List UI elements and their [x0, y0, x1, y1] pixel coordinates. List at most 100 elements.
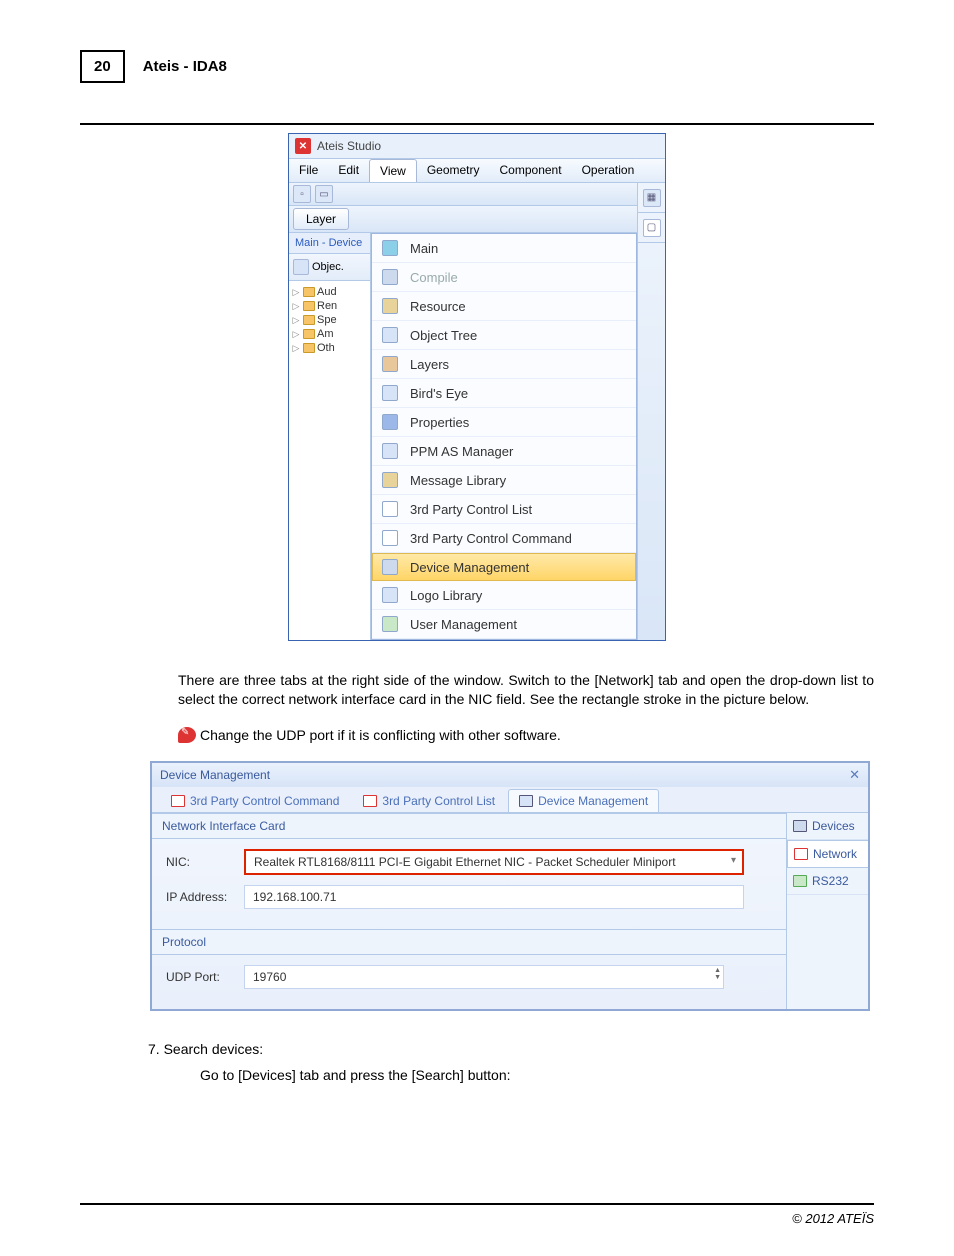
group-protocol-header: Protocol	[152, 929, 786, 955]
folder-icon	[303, 329, 315, 339]
menu-item-icon	[382, 501, 398, 517]
footer-copyright: © 2012 ATEÏS	[80, 1205, 874, 1226]
menu-item-label: Compile	[410, 270, 458, 285]
menu-item-icon	[382, 616, 398, 632]
menu-item-icon	[382, 356, 398, 372]
menu-item-icon	[382, 327, 398, 343]
ip-label: IP Address:	[166, 890, 236, 904]
tree-item[interactable]: ▷Aud	[291, 285, 368, 299]
udp-label: UDP Port:	[166, 970, 236, 984]
dm-top-tabs: 3rd Party Control Command 3rd Party Cont…	[152, 787, 868, 813]
object-tree: ▷Aud▷Ren▷Spe▷Am▷Oth	[289, 281, 370, 359]
step-7-heading: 7. Search devices:	[148, 1041, 874, 1057]
expand-icon[interactable]: ▷	[291, 315, 301, 326]
group-nic-header: Network Interface Card	[152, 813, 786, 839]
menu-item-icon	[382, 269, 398, 285]
menu-item-icon	[382, 385, 398, 401]
menu-operation[interactable]: Operation	[572, 159, 645, 182]
tree-item[interactable]: ▷Am	[291, 327, 368, 341]
close-icon[interactable]: ✕	[849, 767, 860, 783]
tab-3rd-party-cmd[interactable]: 3rd Party Control Command	[160, 789, 350, 812]
view-menu-item[interactable]: 3rd Party Control Command	[372, 524, 636, 553]
ateis-studio-window: ✕ Ateis Studio File Edit View Geometry C…	[288, 133, 666, 641]
toolbar-icon-2[interactable]: ▭	[315, 185, 333, 203]
menu-item-label: Bird's Eye	[410, 386, 468, 401]
menu-edit[interactable]: Edit	[328, 159, 369, 182]
titlebar: ✕ Ateis Studio	[289, 134, 665, 158]
main-device-label: Main - Device	[289, 233, 370, 254]
right-toolbar-gutter: ▦ ▢	[637, 183, 665, 640]
view-menu-item[interactable]: User Management	[372, 610, 636, 639]
right-tab-network[interactable]: Network	[787, 840, 868, 868]
view-menu-item[interactable]: Compile	[372, 263, 636, 292]
view-menu-item[interactable]: Message Library	[372, 466, 636, 495]
ip-address-value: 192.168.100.71	[244, 885, 744, 909]
network-icon	[794, 848, 808, 860]
menu-item-label: Layers	[410, 357, 449, 372]
view-menu-item[interactable]: PPM AS Manager	[372, 437, 636, 466]
view-menu-item[interactable]: Bird's Eye	[372, 379, 636, 408]
menubar: File Edit View Geometry Component Operat…	[289, 158, 665, 183]
toolbar-icon-1[interactable]: ▫	[293, 185, 311, 203]
layer-button[interactable]: Layer	[293, 208, 349, 230]
view-menu-item[interactable]: Logo Library	[372, 581, 636, 610]
menu-component[interactable]: Component	[490, 159, 572, 182]
nic-label: NIC:	[166, 855, 236, 869]
view-dropdown: Main Compile Resource Object Tree Layers Bird…	[371, 233, 637, 640]
expand-icon[interactable]: ▷	[291, 301, 301, 312]
tab-device-mgmt[interactable]: Device Management	[508, 789, 659, 812]
right-tab-rs232[interactable]: RS232	[787, 868, 868, 895]
menu-item-label: Resource	[410, 299, 466, 314]
tree-item[interactable]: ▷Oth	[291, 341, 368, 355]
menu-item-label: Logo Library	[410, 588, 482, 603]
menu-item-icon	[382, 240, 398, 256]
gutter-icon-2[interactable]: ▢	[643, 219, 661, 237]
view-menu-item[interactable]: Resource	[372, 292, 636, 321]
cmd-icon	[171, 795, 185, 807]
left-panel: Main - Device Objec. ▷Aud▷Ren▷Spe▷Am▷Oth	[289, 233, 371, 640]
object-tree-header[interactable]: Objec.	[289, 254, 370, 281]
menu-item-icon	[382, 472, 398, 488]
header-rule	[80, 123, 874, 125]
menu-item-label: User Management	[410, 617, 517, 632]
expand-icon[interactable]: ▷	[291, 343, 301, 354]
expand-icon[interactable]: ▷	[291, 329, 301, 340]
nic-dropdown[interactable]: Realtek RTL8168/8111 PCI-E Gigabit Ether…	[244, 849, 744, 875]
menu-item-label: PPM AS Manager	[410, 444, 513, 459]
folder-icon	[303, 287, 315, 297]
menu-file[interactable]: File	[289, 159, 328, 182]
layer-toolbar: Layer	[289, 206, 637, 233]
dm-title: Device Management	[160, 768, 270, 782]
gutter-icon-1[interactable]: ▦	[643, 189, 661, 207]
udp-port-input[interactable]: 19760 ▲▼	[244, 965, 724, 989]
list-icon	[363, 795, 377, 807]
menu-item-label: Properties	[410, 415, 469, 430]
menu-geometry[interactable]: Geometry	[417, 159, 490, 182]
menu-item-label: 3rd Party Control Command	[410, 531, 572, 546]
view-menu-item[interactable]: Main	[372, 234, 636, 263]
tree-icon	[293, 259, 309, 275]
view-menu-item[interactable]: Layers	[372, 350, 636, 379]
body-paragraph-1: There are three tabs at the right side o…	[178, 671, 874, 709]
right-tab-devices[interactable]: Devices	[787, 813, 868, 840]
tree-item[interactable]: ▷Ren	[291, 299, 368, 313]
folder-icon	[303, 301, 315, 311]
menu-item-icon	[382, 559, 398, 575]
devices-icon	[793, 820, 807, 832]
toolbar: ▫ ▭	[289, 183, 637, 206]
view-menu-item[interactable]: Properties	[372, 408, 636, 437]
expand-icon[interactable]: ▷	[291, 287, 301, 298]
menu-item-label: 3rd Party Control List	[410, 502, 532, 517]
menu-view[interactable]: View	[369, 159, 417, 182]
menu-item-label: Object Tree	[410, 328, 477, 343]
view-menu-item[interactable]: 3rd Party Control List	[372, 495, 636, 524]
tree-item[interactable]: ▷Spe	[291, 313, 368, 327]
view-menu-item[interactable]: Object Tree	[372, 321, 636, 350]
menu-item-icon	[382, 443, 398, 459]
view-menu-item[interactable]: Device Management	[372, 553, 636, 581]
tab-3rd-party-list[interactable]: 3rd Party Control List	[352, 789, 506, 812]
menu-item-icon	[382, 587, 398, 603]
spinner-buttons[interactable]: ▲▼	[714, 967, 721, 981]
page-number: 20	[80, 50, 125, 83]
window-title: Ateis Studio	[317, 139, 381, 153]
